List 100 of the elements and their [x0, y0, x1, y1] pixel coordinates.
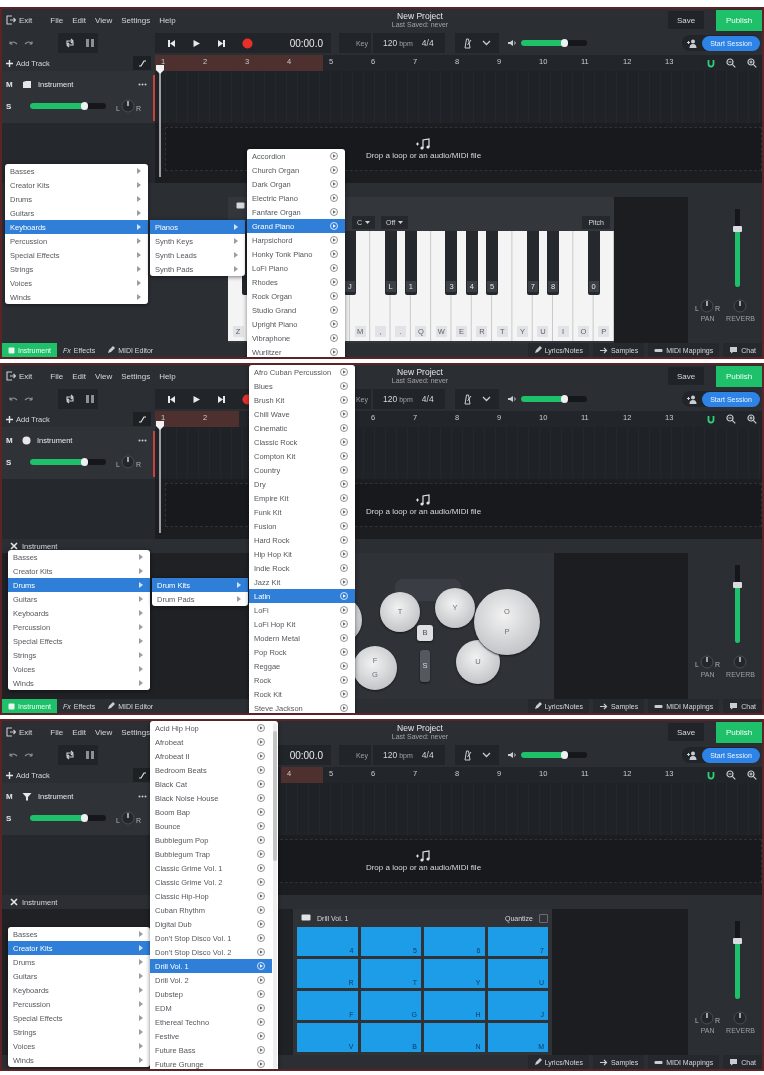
menu-item[interactable]: Edit [72, 727, 87, 737]
solo-button[interactable]: S [6, 101, 16, 111]
volume-slider[interactable] [30, 459, 106, 465]
more-icon[interactable] [138, 438, 147, 442]
exit-button[interactable]: Exit [6, 371, 33, 381]
time-signature[interactable]: 4/4 [421, 394, 434, 404]
menu-item[interactable]: Edit [72, 15, 87, 25]
loop-icon[interactable] [65, 394, 75, 404]
speaker-icon[interactable] [507, 39, 517, 47]
volume-slider[interactable] [521, 396, 587, 402]
undo-icon[interactable] [8, 751, 18, 759]
play-icon[interactable] [192, 394, 201, 404]
magnet-icon[interactable] [706, 58, 715, 68]
mute-button[interactable]: M [6, 791, 16, 801]
mute-button[interactable]: M [6, 435, 16, 445]
metronome-icon[interactable] [462, 749, 473, 761]
solo-button[interactable]: S [6, 457, 16, 467]
metronome-icon[interactable] [462, 37, 473, 49]
volume-slider[interactable] [30, 815, 106, 821]
pan-knob[interactable] [120, 99, 135, 113]
fader-fill[interactable] [734, 232, 740, 287]
menu-item[interactable]: View [95, 727, 113, 737]
metronome-icon[interactable] [462, 393, 473, 405]
more-icon[interactable] [138, 794, 147, 798]
slider-fill[interactable] [30, 815, 85, 821]
exit-button[interactable]: Exit [6, 15, 33, 25]
person-add-icon[interactable] [687, 394, 698, 404]
menu-item[interactable]: Settings [121, 15, 151, 25]
zoom-out-icon[interactable] [725, 414, 736, 424]
fader-thumb[interactable] [732, 582, 742, 589]
menu-item[interactable]: View [95, 371, 113, 381]
slider-fill[interactable] [521, 40, 566, 46]
chevron-down-icon[interactable] [482, 396, 491, 402]
tempo-value[interactable]: 120 [383, 38, 398, 48]
save-button[interactable]: Save [668, 367, 704, 385]
reverb-knob[interactable] [733, 1011, 748, 1025]
fader-thumb[interactable] [732, 226, 742, 233]
menu-item[interactable]: Settings [121, 371, 151, 381]
pan-knob[interactable] [700, 1011, 714, 1025]
skip-forward-icon[interactable] [217, 38, 226, 48]
volume-fader[interactable] [732, 921, 742, 999]
menu-item[interactable]: File [50, 15, 64, 25]
redo-icon[interactable] [24, 751, 34, 759]
slider-fill[interactable] [30, 103, 85, 109]
undo-icon[interactable] [8, 39, 18, 47]
skip-forward-icon[interactable] [217, 394, 226, 404]
solo-button[interactable]: S [6, 813, 16, 823]
menu-item[interactable]: Help [159, 15, 176, 25]
menu-item[interactable]: Help [159, 371, 176, 381]
fader-thumb[interactable] [732, 938, 742, 945]
fader-fill[interactable] [734, 944, 740, 999]
menu-item[interactable]: File [50, 371, 64, 381]
save-button[interactable]: Save [668, 723, 704, 741]
chevron-down-icon[interactable] [482, 752, 491, 758]
quantize-checkbox[interactable] [539, 913, 548, 923]
mute-button[interactable]: M [6, 79, 16, 89]
person-add-icon[interactable] [687, 38, 698, 48]
volume-slider[interactable] [521, 40, 587, 46]
save-button[interactable]: Save [668, 11, 704, 29]
menu-item[interactable]: Settings [121, 727, 151, 737]
slider-fill[interactable] [521, 396, 566, 402]
time-signature[interactable]: 4/4 [421, 750, 434, 760]
slider-fill[interactable] [30, 459, 85, 465]
volume-slider[interactable] [521, 752, 587, 758]
close-icon[interactable] [10, 542, 18, 550]
redo-icon[interactable] [24, 39, 34, 47]
loop-icon[interactable] [65, 750, 75, 760]
redo-icon[interactable] [24, 395, 34, 403]
volume-fader[interactable] [732, 209, 742, 287]
slider-fill[interactable] [521, 752, 566, 758]
zoom-out-icon[interactable] [725, 58, 736, 68]
columns-icon[interactable] [85, 394, 95, 404]
magnet-icon[interactable] [706, 414, 715, 424]
loop-icon[interactable] [65, 38, 75, 48]
zoom-out-icon[interactable] [725, 770, 736, 780]
pan-knob[interactable] [700, 655, 714, 669]
magnet-icon[interactable] [706, 770, 715, 780]
columns-icon[interactable] [85, 750, 95, 760]
exit-button[interactable]: Exit [6, 727, 33, 737]
zoom-in-icon[interactable] [746, 770, 757, 780]
skip-back-icon[interactable] [167, 38, 176, 48]
zoom-in-icon[interactable] [746, 58, 757, 68]
fader-fill[interactable] [734, 588, 740, 643]
pan-knob[interactable] [120, 455, 135, 469]
menu-item[interactable]: View [95, 15, 113, 25]
undo-icon[interactable] [8, 395, 18, 403]
person-add-icon[interactable] [687, 750, 698, 760]
time-signature[interactable]: 4/4 [421, 38, 434, 48]
close-icon[interactable] [10, 898, 18, 906]
columns-icon[interactable] [85, 38, 95, 48]
pan-knob[interactable] [700, 299, 714, 313]
reverb-knob[interactable] [733, 655, 748, 669]
automation-button[interactable] [133, 768, 151, 782]
skip-back-icon[interactable] [167, 394, 176, 404]
volume-fader[interactable] [732, 565, 742, 643]
menu-item[interactable]: Edit [72, 371, 87, 381]
speaker-icon[interactable] [507, 751, 517, 759]
play-icon[interactable] [192, 38, 201, 48]
zoom-in-icon[interactable] [746, 414, 757, 424]
tempo-value[interactable]: 120 [383, 394, 398, 404]
